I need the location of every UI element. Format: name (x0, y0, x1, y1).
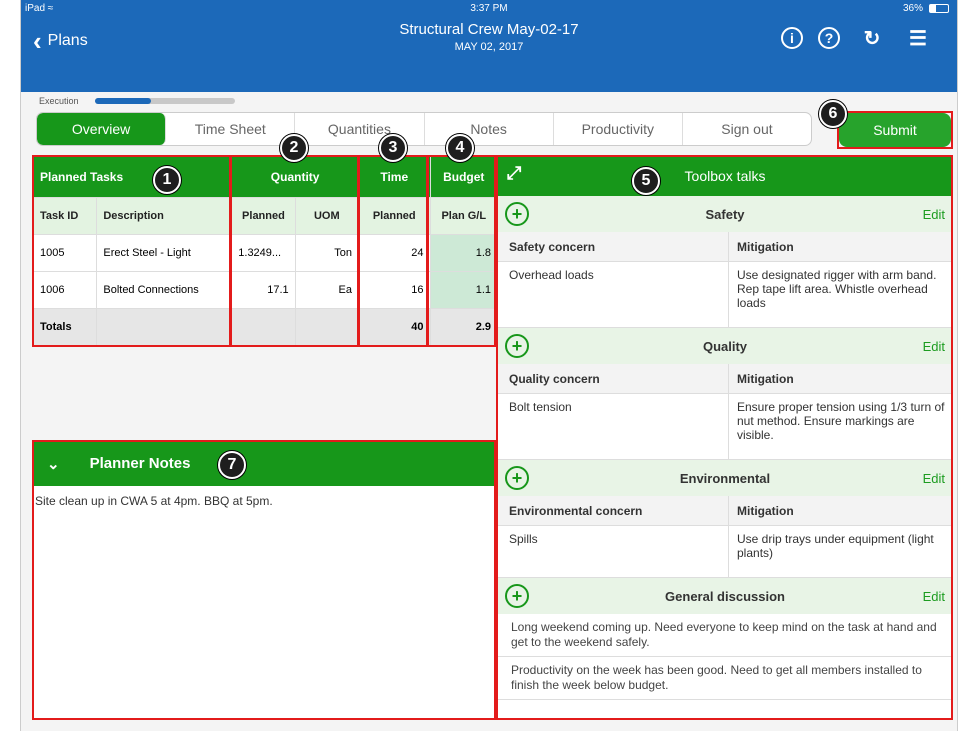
ipad-screen: iPad ≈ 3:37 PM 36% ‹ Plans Structural Cre… (20, 0, 958, 731)
battery-icon (929, 4, 949, 13)
highlight-box-5 (496, 155, 953, 720)
tab-productivity[interactable]: Productivity (554, 113, 683, 145)
progress-label: Execution (39, 96, 79, 106)
callout-badge-7: 7 (218, 451, 246, 479)
callout-badge-3: 3 (379, 134, 407, 162)
help-icon[interactable]: ? (818, 27, 840, 49)
callout-badge-2: 2 (280, 134, 308, 162)
tab-sign-out[interactable]: Sign out (683, 113, 811, 145)
menu-icon[interactable]: ☰ (907, 27, 929, 50)
progress-fill (95, 98, 151, 104)
callout-badge-5: 5 (632, 167, 660, 195)
tab-time-sheet[interactable]: Time Sheet (166, 113, 296, 145)
highlight-box-6 (837, 111, 953, 149)
highlight-box-2 (230, 155, 359, 347)
highlight-box-3 (358, 155, 428, 347)
battery-percent: 36% (902, 3, 923, 14)
callout-badge-4: 4 (446, 134, 474, 162)
highlight-box-1 (32, 155, 231, 347)
highlight-box-4 (427, 155, 496, 347)
info-icon[interactable]: i (781, 27, 803, 49)
progress-bar (95, 98, 235, 104)
page-title: Structural Crew May-02-17 (399, 21, 579, 38)
sync-icon[interactable]: ↻ (861, 27, 883, 50)
callout-badge-1: 1 (153, 166, 181, 194)
highlight-box-7 (32, 440, 496, 720)
page-subtitle: MAY 02, 2017 (454, 41, 524, 53)
tab-notes[interactable]: Notes (425, 113, 554, 145)
callout-badge-6: 6 (819, 100, 847, 128)
top-bar: iPad ≈ 3:37 PM 36% ‹ Plans Structural Cre… (21, 0, 957, 92)
clock: 3:37 PM (470, 3, 508, 14)
tab-bar: Overview Time Sheet Quantities Notes Pro… (36, 112, 812, 146)
tab-overview[interactable]: Overview (37, 113, 167, 145)
